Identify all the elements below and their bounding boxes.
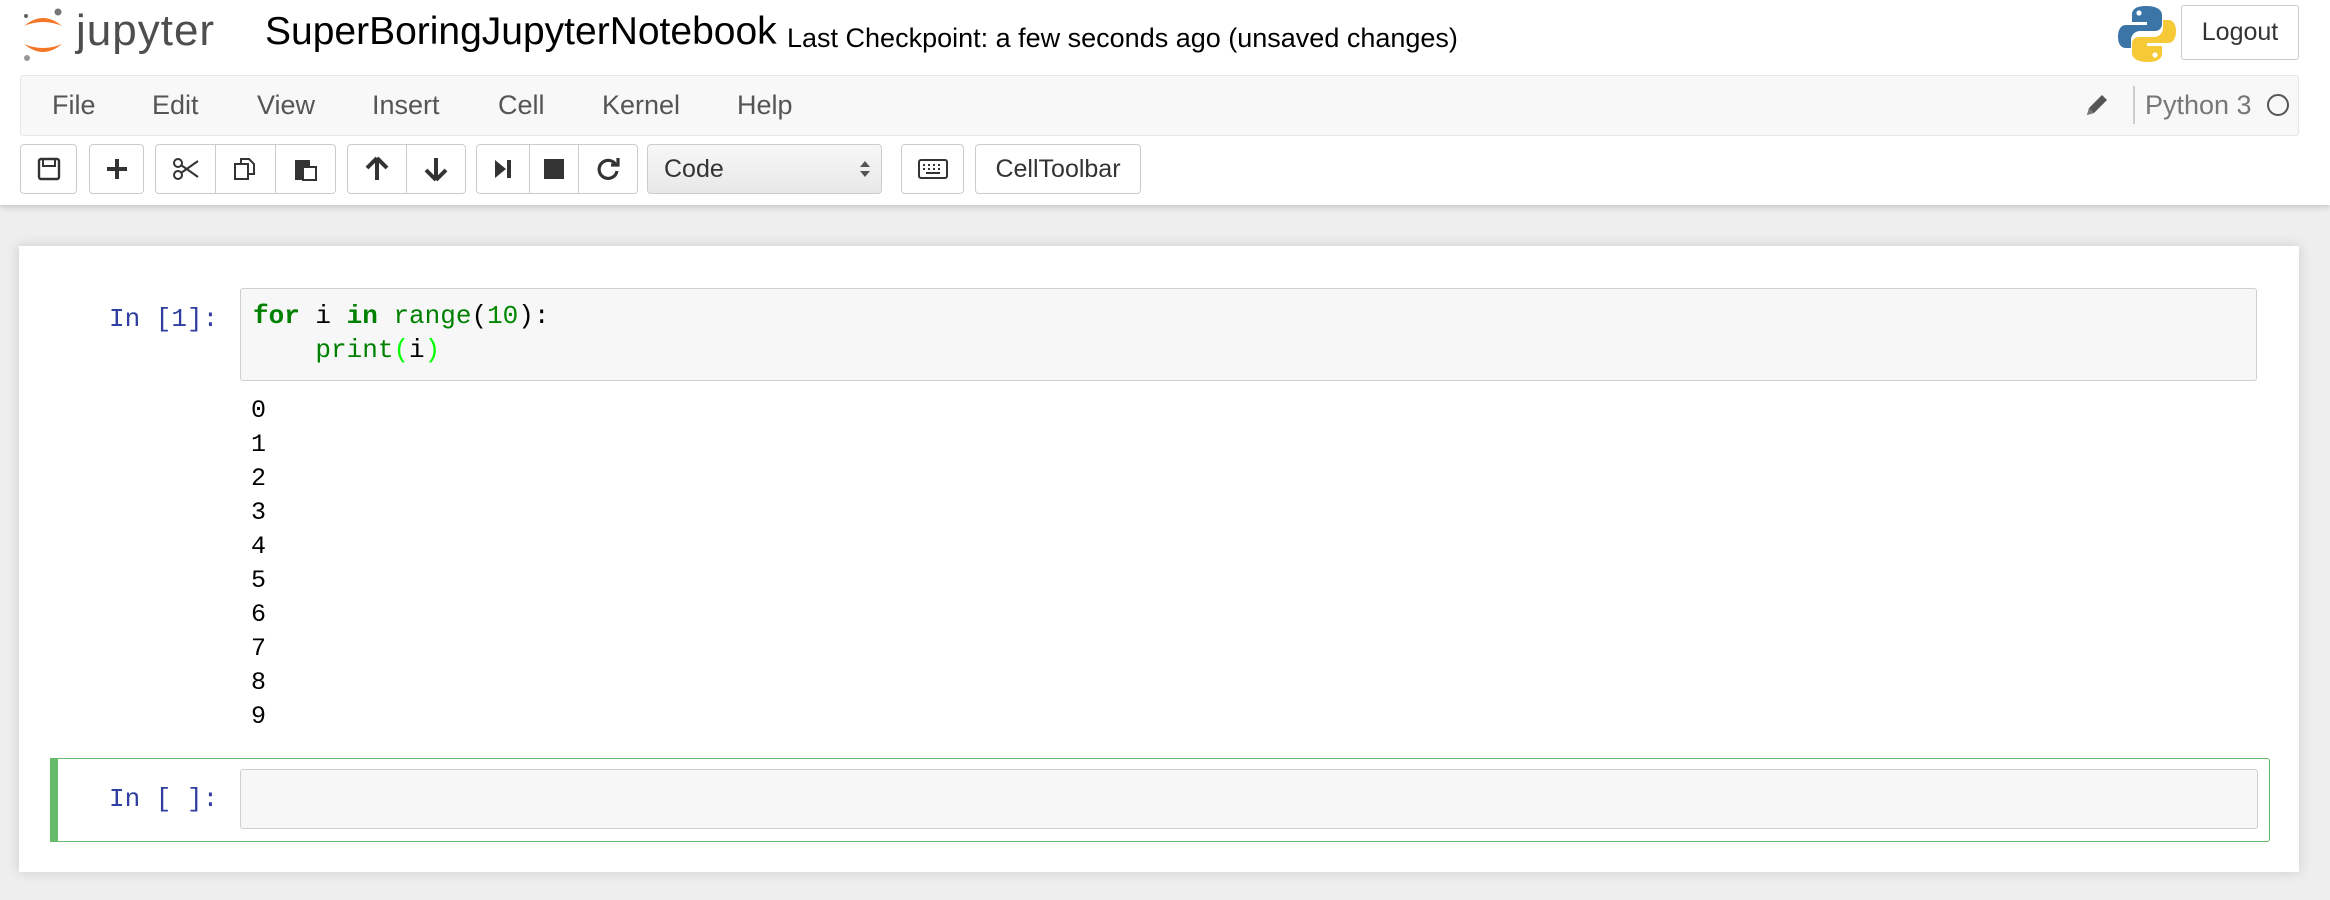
cell-type-value: Code <box>664 155 724 183</box>
active-code-cell[interactable]: In [ ]: <box>50 758 2270 842</box>
interrupt-button[interactable] <box>529 144 579 194</box>
menu-edit[interactable]: Edit <box>152 76 199 135</box>
jupyter-logo-text: jupyter <box>76 6 216 55</box>
input-prompt: In [1]: <box>109 304 219 334</box>
menu-cell[interactable]: Cell <box>498 76 545 135</box>
jupyter-logo[interactable]: jupyter <box>18 4 238 66</box>
code-line-2: print(i) <box>315 335 441 365</box>
cell-type-select[interactable]: Code <box>647 144 882 194</box>
cut-icon <box>172 158 199 180</box>
logout-button[interactable]: Logout <box>2181 5 2299 60</box>
paste-button[interactable] <box>275 144 336 194</box>
active-cell-indicator <box>50 758 58 842</box>
edit-mode-pencil-icon[interactable] <box>2082 90 2112 120</box>
cut-button[interactable] <box>155 144 216 194</box>
paste-icon <box>294 160 317 181</box>
checkpoint-status: Last Checkpoint: a few seconds ago (unsa… <box>787 23 1458 53</box>
save-icon <box>37 157 60 181</box>
code-editor[interactable]: for i in range(10): print(i) <box>240 288 2257 381</box>
kernel-idle-indicator-icon <box>2267 94 2289 116</box>
save-button[interactable] <box>20 144 77 194</box>
plus-icon <box>106 159 127 179</box>
run-button[interactable] <box>476 144 530 194</box>
restart-button[interactable] <box>578 144 638 194</box>
code-editor[interactable] <box>240 769 2258 829</box>
restart-icon <box>597 158 620 180</box>
output-line: 2 <box>251 464 267 493</box>
code-line-1: for i in range(10): <box>253 301 550 331</box>
output-line: 7 <box>251 634 267 663</box>
toolbar: Code CellToolbar <box>0 144 2330 200</box>
header-row: jupyter SuperBoringJupyterNotebook Last … <box>0 0 2330 74</box>
output-line: 5 <box>251 566 267 595</box>
python-logo-icon <box>2118 4 2176 64</box>
run-next-icon <box>495 160 511 178</box>
output-line: 1 <box>251 430 267 459</box>
stop-icon <box>544 159 564 179</box>
arrow-up-icon <box>365 156 389 180</box>
jupyter-logo-icon <box>24 8 62 61</box>
output-line: 4 <box>251 532 267 561</box>
output-line: 3 <box>251 498 267 527</box>
arrow-down-icon <box>424 158 448 182</box>
menu-file[interactable]: File <box>52 76 96 135</box>
menu-insert[interactable]: Insert <box>372 76 440 135</box>
select-arrows-icon <box>860 161 870 177</box>
celltoolbar-button[interactable]: CellToolbar <box>975 144 1141 194</box>
output-line: 8 <box>251 668 267 697</box>
move-up-button[interactable] <box>347 144 407 194</box>
header: jupyter SuperBoringJupyterNotebook Last … <box>0 0 2330 205</box>
insert-cell-button[interactable] <box>89 144 144 194</box>
output-line: 0 <box>251 396 267 425</box>
input-prompt: In [ ]: <box>109 784 219 814</box>
menu-kernel[interactable]: Kernel <box>602 76 680 135</box>
keyboard-icon <box>917 159 948 179</box>
kernel-name[interactable]: Python 3 <box>2145 76 2252 135</box>
output-line: 9 <box>251 702 267 731</box>
copy-icon <box>233 158 255 180</box>
command-palette-button[interactable] <box>901 144 964 194</box>
notebook-title[interactable]: SuperBoringJupyterNotebook <box>265 10 777 54</box>
menu-view[interactable]: View <box>257 76 315 135</box>
notebook-container: In [1]: for i in range(10): print(i) 0 1… <box>19 246 2299 872</box>
menubar: File Edit View Insert Cell Kernel Help P… <box>20 75 2299 136</box>
kernel-divider <box>2133 86 2135 124</box>
output-line: 6 <box>251 600 267 629</box>
menu-help[interactable]: Help <box>737 76 793 135</box>
move-down-button[interactable] <box>406 144 466 194</box>
copy-button[interactable] <box>215 144 276 194</box>
